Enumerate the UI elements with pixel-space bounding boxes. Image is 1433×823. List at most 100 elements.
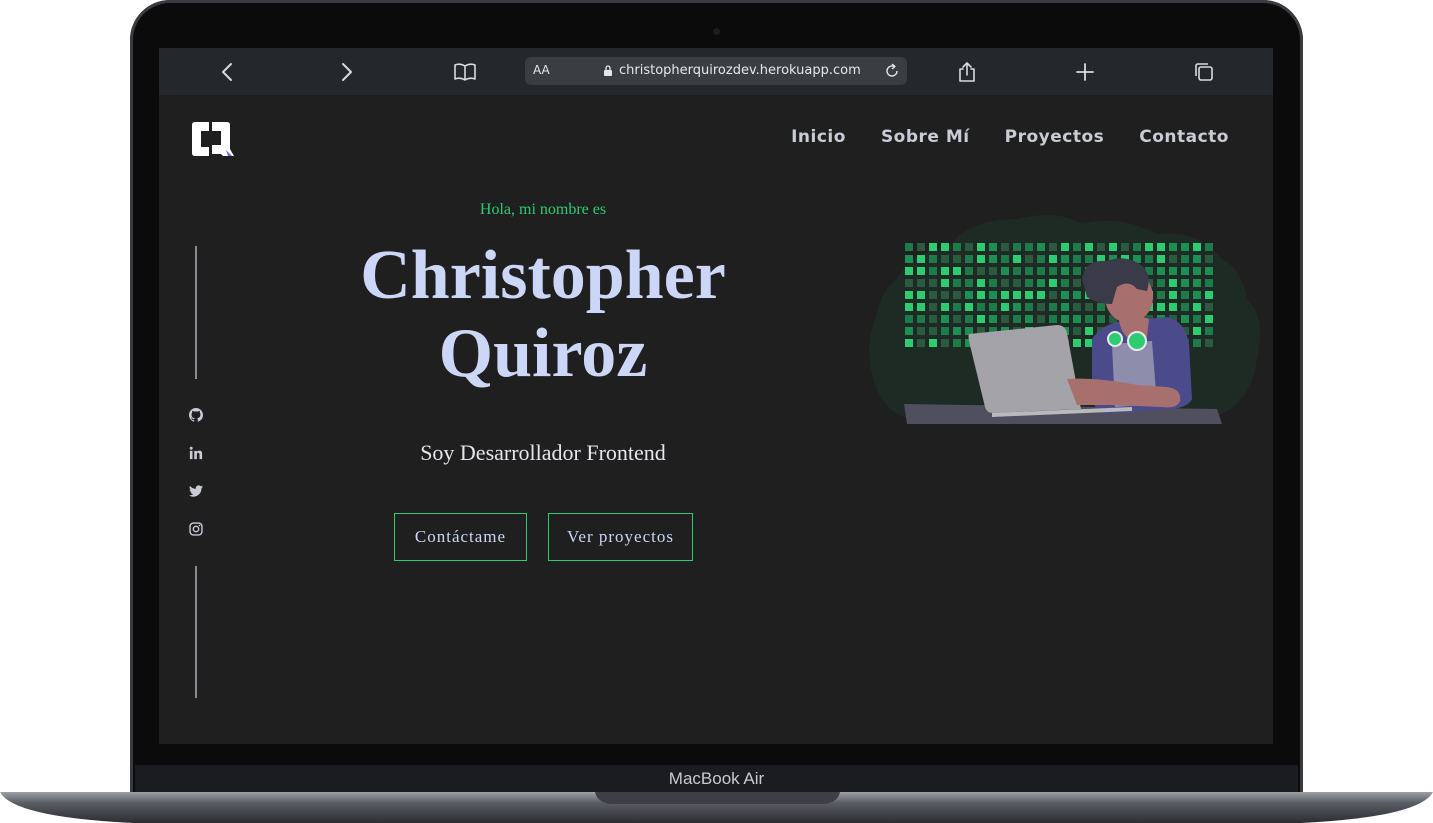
grid-dot [1193, 267, 1201, 275]
url-text: christopherquirozdev.herokuapp.com [619, 63, 861, 78]
grid-dot [1073, 267, 1081, 275]
grid-dot [941, 315, 949, 323]
grid-dot [917, 291, 925, 299]
grid-dot [953, 279, 961, 287]
grid-dot [1037, 243, 1045, 251]
grid-dot [977, 243, 985, 251]
grid-dot [1073, 339, 1081, 347]
grid-dot [1205, 291, 1213, 299]
grid-dot [1025, 255, 1033, 263]
grid-dot [917, 243, 925, 251]
grid-dot [1205, 327, 1213, 335]
grid-dot [1097, 315, 1105, 323]
grid-dot [1205, 255, 1213, 263]
grid-dot [1181, 291, 1189, 299]
nav-item-sobre-mi[interactable]: Sobre Mí [881, 127, 970, 147]
grid-dot [953, 243, 961, 251]
laptop-base [0, 792, 1433, 823]
grid-dot [1025, 267, 1033, 275]
grid-dot [1037, 303, 1045, 311]
grid-dot [917, 267, 925, 275]
text-size-button[interactable]: AA [533, 63, 550, 77]
grid-dot [1121, 243, 1129, 251]
grid-dot [989, 267, 997, 275]
grid-dot [1193, 339, 1201, 347]
grid-dot [1169, 255, 1177, 263]
grid-dot [1205, 279, 1213, 287]
back-icon[interactable] [216, 60, 240, 84]
grid-dot [905, 327, 913, 335]
new-tab-icon[interactable] [1073, 60, 1097, 84]
grid-dot [1145, 255, 1153, 263]
grid-dot [953, 315, 961, 323]
grid-dot [1109, 243, 1117, 251]
grid-dot [989, 291, 997, 299]
forward-icon[interactable] [334, 60, 358, 84]
main-nav: Inicio Sobre Mí Proyectos Contacto [791, 127, 1229, 147]
device-label: MacBook Air [668, 769, 765, 788]
grid-dot [929, 267, 937, 275]
grid-dot [1085, 327, 1093, 335]
grid-dot [917, 339, 925, 347]
twitter-icon[interactable] [189, 484, 203, 498]
grid-dot [1061, 315, 1069, 323]
grid-dot [905, 315, 913, 323]
hero-name: Christopher Quiroz [159, 237, 927, 393]
grid-dot [1169, 267, 1177, 275]
grid-dot [929, 291, 937, 299]
grid-dot [1169, 303, 1177, 311]
grid-dot [929, 279, 937, 287]
nav-item-contacto[interactable]: Contacto [1139, 127, 1229, 147]
grid-dot [953, 255, 961, 263]
hero-name-last: Quiroz [438, 315, 648, 392]
camera [713, 28, 720, 35]
grid-dot [1013, 279, 1021, 287]
grid-dot [1049, 279, 1057, 287]
site-logo[interactable] [190, 121, 234, 157]
address-bar[interactable]: AA christopherquirozdev.herokuapp.com [525, 57, 907, 85]
grid-dot [977, 315, 985, 323]
reload-icon[interactable] [883, 62, 901, 80]
view-projects-button[interactable]: Ver proyectos [548, 513, 693, 561]
share-icon[interactable] [955, 60, 979, 84]
grid-dot [941, 303, 949, 311]
contact-button[interactable]: Contáctame [394, 513, 527, 561]
grid-dot [1085, 243, 1093, 251]
grid-dot [977, 279, 985, 287]
grid-dot [953, 267, 961, 275]
grid-dot [953, 303, 961, 311]
grid-dot [929, 315, 937, 323]
grid-dot [1193, 279, 1201, 287]
github-icon[interactable] [189, 408, 203, 422]
grid-dot [1001, 279, 1009, 287]
grid-dot [1049, 267, 1057, 275]
grid-dot [1085, 339, 1093, 347]
grid-dot [1169, 279, 1177, 287]
grid-dot [1181, 255, 1189, 263]
grid-dot [917, 303, 925, 311]
grid-dot [1145, 243, 1153, 251]
grid-dot [1157, 267, 1165, 275]
grid-dot [989, 303, 997, 311]
instagram-icon[interactable] [189, 522, 203, 536]
greeting-text: Hola, mi nombre es [479, 201, 607, 218]
grid-dot [1025, 279, 1033, 287]
grid-dot [1061, 279, 1069, 287]
grid-dot [941, 339, 949, 347]
grid-dot [965, 255, 973, 263]
laptop-screen-back [968, 325, 1081, 413]
grid-dot [1049, 303, 1057, 311]
bookmarks-icon[interactable] [453, 60, 477, 84]
grid-dot [953, 339, 961, 347]
grid-dot [1037, 315, 1045, 323]
grid-dot [977, 291, 985, 299]
tabs-icon[interactable] [1192, 60, 1216, 84]
grid-dot [1193, 243, 1201, 251]
grid-dot [965, 303, 973, 311]
grid-dot [917, 255, 925, 263]
nav-item-inicio[interactable]: Inicio [791, 127, 846, 147]
grid-dot [1001, 255, 1009, 263]
nav-item-proyectos[interactable]: Proyectos [1005, 127, 1105, 147]
grid-dot [1205, 303, 1213, 311]
grid-dot [989, 315, 997, 323]
